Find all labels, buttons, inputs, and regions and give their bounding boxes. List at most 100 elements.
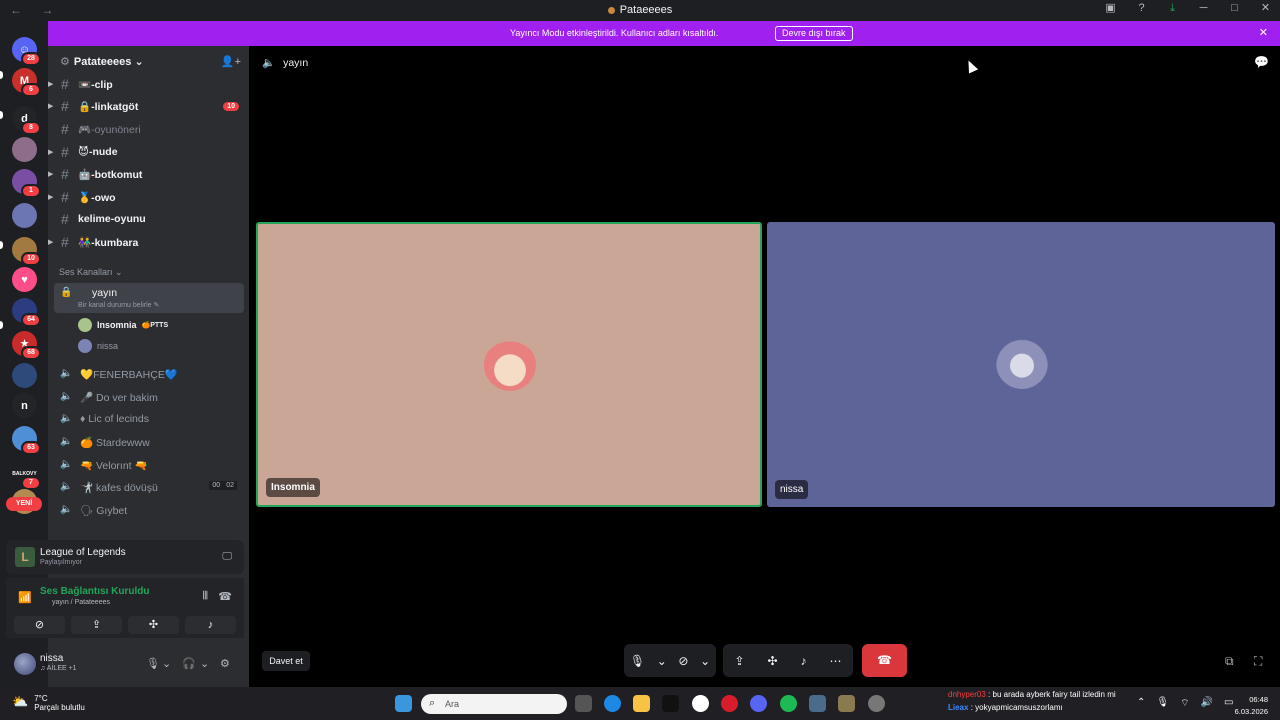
camera-button[interactable]: ⊘ xyxy=(14,616,65,634)
chevron-up-icon[interactable]: ⌃ xyxy=(1137,697,1145,710)
soundboard-button[interactable]: ♪ xyxy=(185,616,236,634)
maximize-icon[interactable]: □ xyxy=(1228,2,1241,15)
chrome-icon[interactable] xyxy=(692,695,709,712)
banner-message: Yayıncı Modu etkinleştirildi. Kullanıcı … xyxy=(510,28,719,38)
text-channel-item[interactable]: # 🎮-oyunöneri xyxy=(48,119,249,139)
server-icon[interactable]: ☺ 28 xyxy=(12,37,41,66)
server-icon[interactable]: ♥ xyxy=(12,267,37,292)
new-badge[interactable]: YENİ xyxy=(6,497,42,511)
wifi-icon[interactable]: ⌔ xyxy=(1180,697,1189,710)
voice-channel-item[interactable]: 🔈 ♦ Lic of lecinds xyxy=(48,409,249,429)
help-icon[interactable]: ? xyxy=(1135,2,1148,15)
voice-channel-label: yayın xyxy=(92,287,118,299)
server-icon[interactable]: n xyxy=(12,393,37,418)
fullscreen-icon[interactable]: ⛶ xyxy=(1254,654,1262,669)
guild-icon: ⚙ xyxy=(60,56,70,68)
voice-channel-item[interactable]: 🔈 🤺 kafes dövüşü 00 02 xyxy=(48,477,249,497)
voice-channel-item[interactable]: 🔈 🎤 Do ver bakim xyxy=(48,387,249,407)
activities-icon[interactable]: ✣ xyxy=(768,654,778,668)
server-icon[interactable] xyxy=(12,363,37,388)
minimize-icon[interactable]: ─ xyxy=(1197,2,1210,15)
invite-button[interactable]: Davet et xyxy=(262,651,310,671)
search-box[interactable]: ⌕ Ara xyxy=(421,694,567,714)
volume-icon[interactable]: 🔊 xyxy=(1201,697,1213,710)
text-channel-item[interactable]: ▶ # 🥇-owo xyxy=(48,187,249,207)
voice-channel-item[interactable]: 🔈 🍊 Stardewww xyxy=(48,432,249,452)
server-icon[interactable]: 1 xyxy=(12,169,41,198)
disconnect-icon[interactable]: ☎ xyxy=(218,590,232,603)
add-member-icon[interactable]: 👤+ xyxy=(221,55,241,68)
voice-section-title[interactable]: Ses Kanalları ⌄ xyxy=(59,267,123,278)
server-icon[interactable]: d8 xyxy=(12,106,41,135)
text-channel-item[interactable]: # kelime-oyunu xyxy=(48,209,249,229)
text-channel-item[interactable]: ▶ # 👫-kumbara xyxy=(48,232,249,252)
voice-channel-item[interactable]: 🔈 🔫 Velorınt 🔫 xyxy=(48,455,249,475)
download-icon[interactable]: ⤓ xyxy=(1166,2,1179,15)
noise-suppression-icon[interactable]: 𝄃𝄃 xyxy=(203,590,208,603)
start-icon[interactable] xyxy=(395,695,412,712)
mic-icon[interactable]: 🎙 xyxy=(630,654,645,668)
voice-user-item[interactable]: Insomnia 🍊PTTS xyxy=(78,316,168,334)
discord-icon[interactable] xyxy=(750,695,767,712)
text-channel-item[interactable]: ▶ # 🔒-linkatgöt 10 xyxy=(48,96,249,116)
server-icon[interactable] xyxy=(12,203,37,228)
app-icon[interactable] xyxy=(809,695,826,712)
voice-channel-item[interactable]: 🔈 💛FENERBAHÇE💙 xyxy=(48,364,249,384)
weather-widget[interactable]: ⛅ 7°C Parçalı bulutlu xyxy=(12,694,85,712)
headphones-icon[interactable]: 🎧 xyxy=(182,657,196,670)
video-tile-insomnia[interactable]: Insomnia xyxy=(256,222,762,507)
avatar[interactable] xyxy=(14,653,36,675)
netflix-icon[interactable] xyxy=(662,695,679,712)
leave-call-button[interactable]: ☎ xyxy=(862,644,907,677)
popout-icon[interactable]: ⧉ xyxy=(1225,654,1234,669)
activities-button[interactable]: ✣ xyxy=(128,616,179,634)
mic-icon[interactable]: 🎙 xyxy=(1156,697,1169,710)
chevron-down-icon[interactable]: ⌄ xyxy=(200,657,209,670)
camera-off-icon[interactable]: ⊘ xyxy=(678,654,688,668)
server-icon[interactable]: 64 xyxy=(12,298,41,327)
video-tile-nissa[interactable]: nissa xyxy=(767,222,1275,507)
server-icon[interactable]: ★ 68 xyxy=(12,331,41,360)
chevron-down-icon[interactable]: ⌄ xyxy=(700,654,710,668)
hash-icon: # xyxy=(61,98,69,114)
text-channel-item[interactable]: ▶ # 🤖-botkomut xyxy=(48,164,249,184)
screen-icon[interactable]: ▣ xyxy=(1104,2,1117,15)
steam-icon[interactable] xyxy=(868,695,885,712)
server-icon[interactable]: 63 xyxy=(12,426,41,455)
text-channel-item[interactable]: ▶ # 📼-clip xyxy=(48,74,249,94)
chat-icon[interactable]: 💬 xyxy=(1254,55,1269,69)
chevron-down-icon[interactable]: ⌄ xyxy=(657,654,667,668)
clock[interactable]: 06:48 6.03.2026 xyxy=(1235,694,1268,718)
opera-icon[interactable] xyxy=(721,695,738,712)
soundboard-icon[interactable]: ♪ xyxy=(801,654,807,668)
server-icon[interactable]: M6 xyxy=(12,68,41,97)
league-app-icon[interactable] xyxy=(838,695,855,712)
server-icon[interactable]: BALKOVY 7 xyxy=(12,461,41,490)
stream-game-icon[interactable]: 🖵 xyxy=(222,551,232,562)
voice-user-item[interactable]: nissa xyxy=(78,337,118,355)
disable-streamer-button[interactable]: Devre dışı bırak xyxy=(775,26,853,41)
task-view-icon[interactable] xyxy=(575,695,592,712)
more-icon[interactable]: ⋯ xyxy=(830,654,842,668)
spotify-icon[interactable] xyxy=(780,695,797,712)
text-channel-item[interactable]: ▶ # 😈-nude xyxy=(48,142,249,162)
voice-connected-subtitle[interactable]: yayın / Patateeees xyxy=(52,599,110,606)
screen-share-button[interactable]: ⇪ xyxy=(71,616,122,634)
channel-status-hint[interactable]: Bir kanal durumu belirle ✎ xyxy=(78,301,159,309)
gear-icon[interactable]: ⚙ xyxy=(220,657,230,670)
guild-header[interactable]: ⚙ Patateeees ⌄ 👤+ xyxy=(48,50,249,74)
battery-icon[interactable]: ▭ xyxy=(1224,697,1233,710)
voice-channel-yayin[interactable]: 🔒 yayın Bir kanal durumu belirle ✎ xyxy=(54,283,244,313)
chevron-down-icon[interactable]: ⌄ xyxy=(162,657,171,670)
server-icon[interactable] xyxy=(12,137,37,162)
close-banner-icon[interactable]: ✕ xyxy=(1259,26,1268,39)
screen-share-icon[interactable]: ⇪ xyxy=(734,654,744,668)
voice-connected-title[interactable]: Ses Bağlantısı Kuruldu xyxy=(40,586,149,597)
folder-icon[interactable] xyxy=(633,695,650,712)
edge-icon[interactable] xyxy=(604,695,621,712)
mic-icon[interactable]: 🎙 xyxy=(146,657,160,670)
server-icon[interactable]: 10 xyxy=(12,237,41,266)
user-name[interactable]: nissa xyxy=(40,653,63,664)
voice-channel-item[interactable]: 🔈 🗣 Gıybet xyxy=(48,500,249,520)
close-icon[interactable]: ✕ xyxy=(1259,2,1272,15)
